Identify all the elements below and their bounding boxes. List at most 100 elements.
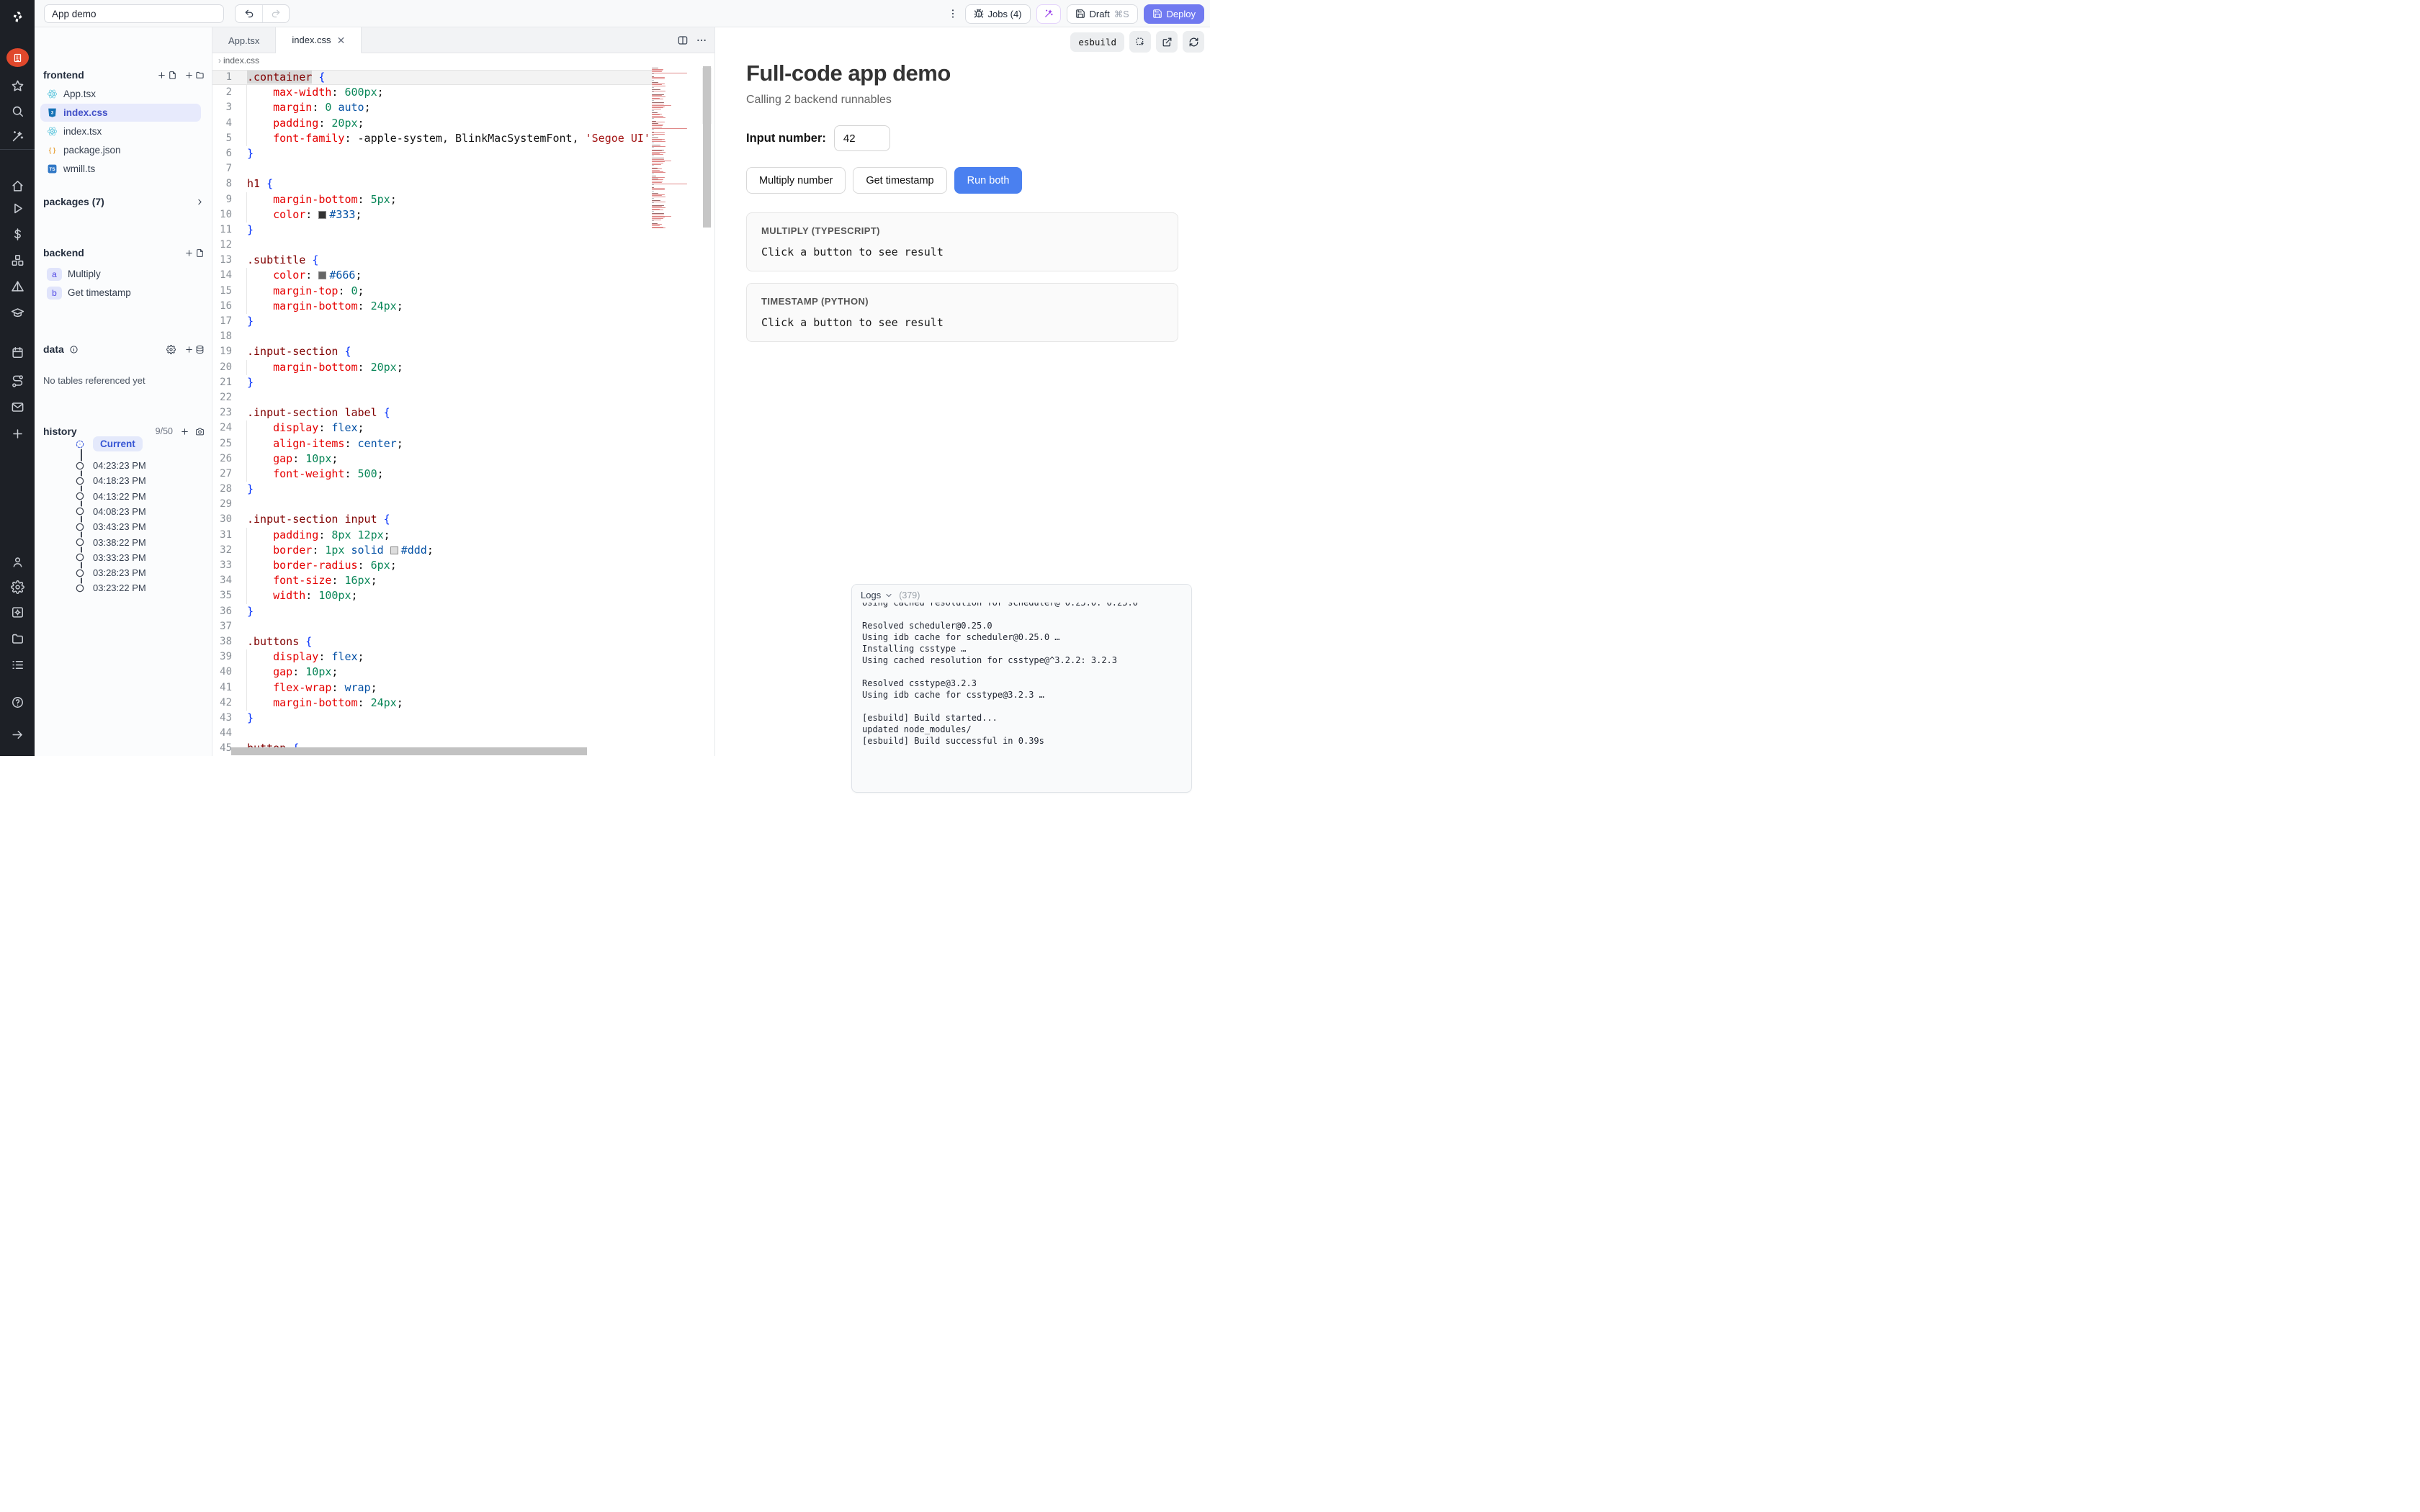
file-item-index-tsx[interactable]: index.tsx bbox=[40, 122, 201, 140]
more-menu-button[interactable] bbox=[946, 8, 959, 19]
line-number: 34 bbox=[212, 573, 232, 588]
rail-search-icon[interactable] bbox=[0, 100, 35, 122]
file-item-App-tsx[interactable]: App.tsx bbox=[40, 85, 201, 103]
token: : bbox=[344, 467, 357, 480]
code-line: 5 font-family: -apple-system, BlinkMacSy… bbox=[212, 131, 654, 146]
history-item[interactable]: 03:38:22 PM bbox=[75, 535, 146, 550]
rail-learn-cap-icon[interactable] bbox=[0, 302, 35, 323]
backend-add-button[interactable] bbox=[184, 248, 205, 258]
backend-item-Multiply[interactable]: aMultiply bbox=[40, 265, 201, 283]
rail-flows-route-icon[interactable] bbox=[0, 370, 35, 392]
rail-workers-box-icon[interactable] bbox=[0, 601, 35, 623]
history-snapshot-button[interactable] bbox=[195, 427, 205, 436]
editor-more-icon[interactable] bbox=[696, 35, 707, 46]
history-item[interactable]: 04:13:22 PM bbox=[75, 489, 146, 504]
rail-home-icon[interactable] bbox=[0, 175, 35, 197]
undo-button[interactable] bbox=[236, 5, 262, 22]
file-item-wmill-ts[interactable]: TSwmill.ts bbox=[40, 160, 201, 178]
log-line bbox=[862, 701, 1181, 712]
history-item[interactable]: 04:23:23 PM bbox=[75, 458, 146, 473]
token: width bbox=[273, 589, 305, 602]
rail-messages-mail-icon[interactable] bbox=[0, 396, 35, 418]
number-input[interactable] bbox=[834, 125, 890, 151]
draft-button[interactable]: Draft ⌘S bbox=[1067, 4, 1138, 24]
data-settings-button[interactable] bbox=[166, 345, 176, 354]
packages-expand-button[interactable] bbox=[195, 197, 205, 207]
token: ; bbox=[351, 589, 358, 602]
history-item[interactable]: 03:33:23 PM bbox=[75, 550, 146, 565]
minimap[interactable] bbox=[652, 68, 702, 240]
app-button-run-both[interactable]: Run both bbox=[954, 167, 1023, 194]
rail-ai-wand-icon[interactable] bbox=[0, 125, 35, 147]
split-editor-icon[interactable] bbox=[677, 35, 689, 46]
close-tab-icon[interactable]: ✕ bbox=[337, 35, 346, 45]
tab-index-css[interactable]: index.css✕ bbox=[276, 27, 362, 53]
token: ; bbox=[358, 650, 364, 663]
ai-assistant-button[interactable] bbox=[1036, 4, 1061, 24]
history-current-item[interactable]: Current bbox=[75, 436, 143, 451]
history-item[interactable]: 04:18:23 PM bbox=[75, 473, 146, 488]
history-item[interactable]: 03:28:23 PM bbox=[75, 565, 146, 580]
rail-runs-play-icon[interactable] bbox=[0, 197, 35, 219]
rail-triggers-prism-icon[interactable] bbox=[0, 275, 35, 297]
chevron-down-icon[interactable] bbox=[884, 591, 893, 600]
windmill-logo-icon[interactable] bbox=[0, 6, 35, 27]
jobs-button[interactable]: Jobs (4) bbox=[965, 4, 1031, 24]
app-title-input[interactable] bbox=[44, 4, 224, 23]
redo-button[interactable] bbox=[262, 5, 289, 22]
code-line-content bbox=[232, 238, 654, 253]
inspect-button[interactable] bbox=[1129, 31, 1151, 53]
file-item-index-css[interactable]: 3index.css bbox=[40, 104, 201, 122]
rail-add-plus-icon[interactable] bbox=[0, 423, 35, 444]
file-icon bbox=[168, 71, 177, 80]
add-file-button[interactable] bbox=[157, 71, 177, 80]
token bbox=[377, 513, 384, 526]
rail-variables-dollar-icon[interactable] bbox=[0, 223, 35, 245]
rail-resources-boxes-icon[interactable] bbox=[0, 249, 35, 271]
code-line: 11} bbox=[212, 222, 654, 238]
bundler-badge[interactable]: esbuild bbox=[1070, 32, 1124, 52]
rail-settings-gear-icon[interactable] bbox=[0, 576, 35, 598]
open-external-button[interactable] bbox=[1156, 31, 1178, 53]
token bbox=[247, 681, 273, 694]
plus-icon bbox=[157, 71, 166, 80]
history-item[interactable]: 03:43:23 PM bbox=[75, 519, 146, 534]
breadcrumb[interactable]: › index.css bbox=[212, 53, 714, 68]
line-number: 15 bbox=[212, 284, 232, 299]
add-folder-button[interactable] bbox=[184, 71, 205, 80]
log-line: Using idb cache for scheduler@0.25.0 … bbox=[862, 631, 1181, 643]
token: { bbox=[305, 635, 312, 648]
color-swatch bbox=[390, 546, 398, 554]
tab-App-tsx[interactable]: App.tsx bbox=[212, 27, 276, 53]
history-item[interactable]: 03:23:22 PM bbox=[75, 580, 146, 595]
data-info-button[interactable] bbox=[69, 345, 79, 354]
plus-icon bbox=[184, 345, 194, 354]
rail-schedules-calendar-icon[interactable] bbox=[0, 341, 35, 363]
rail-help-circle-icon[interactable] bbox=[0, 691, 35, 713]
editor-vertical-scrollbar[interactable] bbox=[703, 66, 711, 228]
code-line-content: .input-section label { bbox=[232, 405, 654, 420]
app-button-multiply-number[interactable]: Multiply number bbox=[746, 167, 846, 194]
backend-item-Get-timestamp[interactable]: bGet timestamp bbox=[40, 284, 201, 302]
code-content[interactable]: 1.container {2 max-width: 600px;3 margin… bbox=[212, 68, 714, 756]
history-item[interactable]: 04:08:23 PM bbox=[75, 504, 146, 519]
refresh-button[interactable] bbox=[1183, 31, 1204, 53]
token: color bbox=[273, 208, 305, 221]
code-line: 14 color: #666; bbox=[212, 268, 654, 283]
code-line-content: margin-bottom: 24px; bbox=[232, 696, 654, 711]
editor-horizontal-scrollbar[interactable] bbox=[231, 747, 587, 755]
rail-star-icon[interactable] bbox=[0, 75, 35, 96]
rail-folders-icon[interactable] bbox=[0, 628, 35, 649]
minimap-line bbox=[652, 193, 658, 194]
draft-label: Draft bbox=[1090, 9, 1110, 19]
preview-title: Full-code app demo bbox=[746, 60, 951, 86]
file-item-package-json[interactable]: { }package.json bbox=[40, 141, 201, 159]
rail-collapse-arrow-right-icon[interactable] bbox=[0, 724, 35, 745]
app-button-get-timestamp[interactable]: Get timestamp bbox=[853, 167, 946, 194]
deploy-button[interactable]: Deploy bbox=[1144, 4, 1204, 24]
workspace-button[interactable] bbox=[0, 48, 35, 68]
rail-audit-list-icon[interactable] bbox=[0, 654, 35, 675]
history-add-button[interactable] bbox=[180, 427, 189, 436]
data-add-table-button[interactable] bbox=[184, 345, 205, 354]
rail-user-icon[interactable] bbox=[0, 551, 35, 572]
